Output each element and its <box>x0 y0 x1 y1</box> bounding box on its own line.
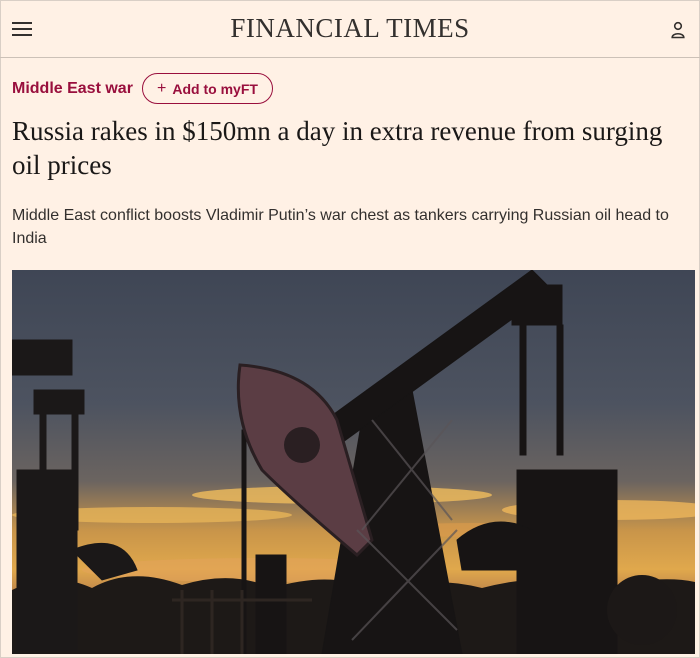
masthead-logo[interactable]: FINANCIAL TIMES <box>0 13 700 44</box>
hero-image-oil-pumpjacks <box>12 270 695 654</box>
add-to-myft-button[interactable]: + Add to myFT <box>142 73 273 104</box>
article-standfirst: Middle East conflict boosts Vladimir Put… <box>12 207 669 247</box>
plus-icon: + <box>157 79 167 97</box>
topic-link[interactable]: Middle East war <box>12 80 133 98</box>
user-icon[interactable] <box>670 21 686 39</box>
article-headline: Russia rakes in $150mn a day in extra re… <box>12 116 663 180</box>
site-header: FINANCIAL TIMES <box>0 0 700 58</box>
add-to-myft-label: Add to myFT <box>172 80 258 97</box>
